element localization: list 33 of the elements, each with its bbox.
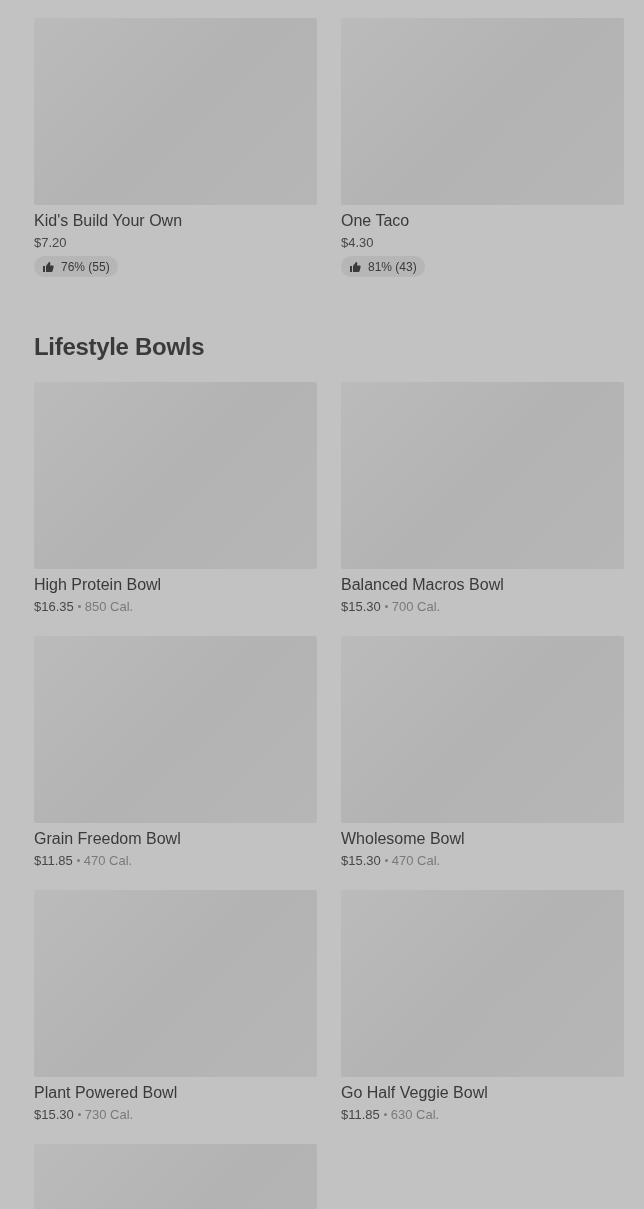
item-calories: 850 Cal.: [84, 598, 134, 615]
separator-dot: [384, 605, 388, 608]
rating-text: 81% (43): [368, 259, 417, 274]
item-price: $7.20: [34, 234, 67, 251]
item-name[interactable]: One Taco: [341, 211, 410, 231]
item-name[interactable]: Balanced Macros Bowl: [341, 575, 504, 595]
item-price: $15.30: [34, 1106, 74, 1123]
item-price: $11.85: [341, 1106, 380, 1123]
item-name[interactable]: Wholesome Bowl: [341, 829, 465, 849]
item-calories: 630 Cal.: [390, 1106, 440, 1123]
separator-dot: [383, 1113, 387, 1116]
separator-dot: [384, 859, 388, 862]
separator-dot: [76, 859, 80, 862]
thumbs-up-icon: [349, 260, 361, 273]
item-price: $15.30: [341, 598, 381, 615]
item-calories: 730 Cal.: [84, 1106, 134, 1123]
item-name[interactable]: Go Half Veggie Bowl: [341, 1083, 488, 1103]
item-calories: 470 Cal.: [83, 852, 133, 869]
item-name[interactable]: Grain Freedom Bowl: [34, 829, 181, 849]
item-price: $15.30: [341, 852, 381, 869]
item-name[interactable]: Kid's Build Your Own: [34, 211, 183, 231]
item-price: $16.35: [34, 598, 74, 615]
item-name[interactable]: Plant Powered Bowl: [34, 1083, 178, 1103]
item-price: $4.30: [341, 234, 374, 251]
thumbs-up-icon: [42, 260, 54, 273]
rating-text: 76% (55): [61, 259, 110, 274]
section-heading: Lifestyle Bowls: [34, 332, 205, 362]
item-name[interactable]: High Protein Bowl: [34, 575, 162, 595]
item-calories: 700 Cal.: [391, 598, 441, 615]
item-price: $11.85: [34, 852, 73, 869]
separator-dot: [77, 1113, 81, 1116]
item-calories: 470 Cal.: [391, 852, 441, 869]
separator-dot: [77, 605, 81, 608]
